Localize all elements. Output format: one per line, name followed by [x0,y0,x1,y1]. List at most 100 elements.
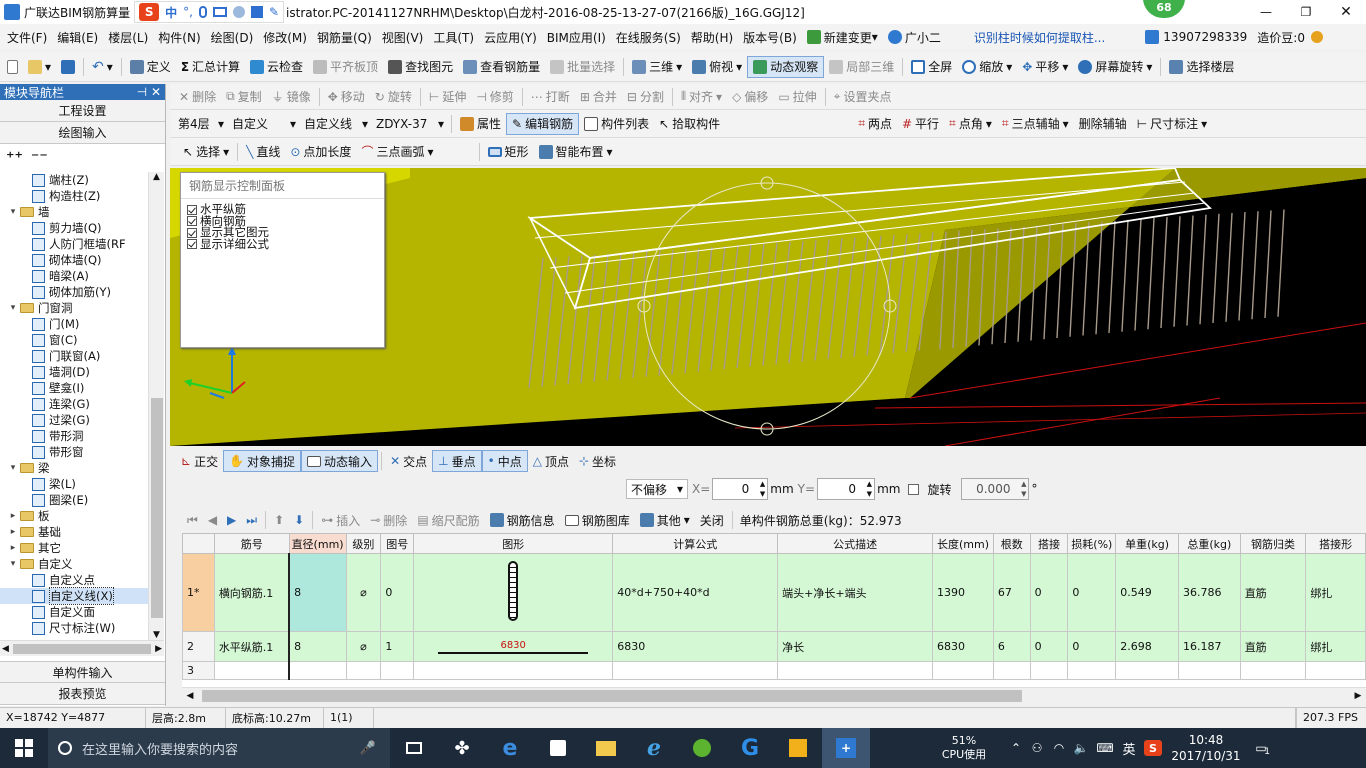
checkbox-detailed-formula[interactable]: 显示详细公式 [187,238,384,251]
move-down-button[interactable]: ⬇ [289,509,309,531]
coordinate-button[interactable]: ⊹ 坐标 [574,450,621,472]
tree-hscroll[interactable]: ◀ ▶ [0,640,164,656]
undo-button[interactable]: ↶ ▾ [87,56,118,78]
dimension-button[interactable]: ⊢ 尺寸标注 ▾ [1132,113,1213,135]
break-button[interactable]: ⋯ 打断 [526,86,575,108]
extend-button[interactable]: ⊢ 延伸 [424,86,471,108]
tree-item[interactable]: 门联窗(A) [0,348,148,364]
task-view-button[interactable] [390,728,438,768]
tree-item[interactable]: 尺寸标注(W) [0,620,148,636]
tree-item[interactable]: ▾ 梁 [0,460,148,476]
table-cell[interactable]: 绑扎 [1305,631,1366,662]
move-button[interactable]: ✥ 移动 [323,86,370,108]
tree-item[interactable]: 圈梁(E) [0,492,148,508]
table-cell[interactable]: ⌀ [345,631,382,662]
app-pinwheel-button[interactable]: ✤ [438,728,486,768]
menu-modify[interactable]: 修改(M) [258,29,312,46]
column-header[interactable]: 单重(kg) [1115,533,1179,554]
guangxiaoer-button[interactable]: 广小二 [883,29,946,46]
midpoint-button[interactable]: • 中点 [481,450,528,472]
tree-item[interactable]: 壁龛(I) [0,380,148,396]
delete-button[interactable]: ✕ 删除 [174,86,221,108]
expand-toggle-icon[interactable]: ▸ [8,543,18,553]
two-point-button[interactable]: ⌗ 两点 [853,113,897,135]
point-length-button[interactable]: ⊙ 点加长度 [285,141,356,163]
table-cell[interactable]: 8 [288,553,347,632]
tray-chevron-icon[interactable]: ⌃ [1006,741,1026,755]
checkbox-horizontal-rebar-box[interactable] [187,204,197,215]
table-cell[interactable] [1115,661,1179,680]
minimize-button[interactable]: — [1246,0,1286,24]
other-button[interactable]: 其他 ▾ [635,509,695,531]
table-cell[interactable]: 8 [288,631,347,662]
browser360-button[interactable] [678,728,726,768]
menu-version[interactable]: 版本号(B) [738,29,802,46]
rotate-screen-button[interactable]: 屏幕旋转 ▾ [1073,56,1157,78]
table-cell[interactable] [932,661,994,680]
last-row-button[interactable]: ⏭ [241,509,262,531]
table-cell[interactable]: 36.786 [1177,553,1241,632]
offset-button[interactable]: ◇ 偏移 [727,86,773,108]
table-cell[interactable] [777,661,934,680]
set-grip-button[interactable]: ⌖ 设置夹点 [829,86,897,108]
expand-all-icon[interactable]: ⁺⁺ [6,148,23,167]
select-floor-button[interactable]: 选择楼层 [1164,56,1239,78]
collapse-all-icon[interactable]: ⁻⁻ [31,148,48,167]
table-cell[interactable]: 横向钢筋.1 [213,553,291,632]
line-button[interactable]: ╲ 直线 [241,141,285,163]
rotate-checkbox[interactable] [908,483,920,495]
project-settings-button[interactable]: 工程设置 [0,100,165,122]
close-button[interactable]: ✕ [1326,0,1366,24]
table-cell[interactable]: 直筋 [1239,553,1307,632]
rebar-library-button[interactable]: 钢筋图库 [560,509,635,531]
hint-link[interactable]: 识别柱时候如何提取柱... [974,29,1105,46]
insert-button[interactable]: ⊶ 插入 [316,509,365,531]
three-point-arc-button[interactable]: ⌒ 三点画弧 ▾ [356,141,438,163]
grid-delete-button[interactable]: ⊸ 删除 [365,509,412,531]
new-change-button[interactable]: 新建变更 ▾ [802,29,883,46]
sogou-tray-icon[interactable]: S [1144,740,1162,756]
table-cell[interactable] [288,661,347,680]
ime-lang[interactable]: 英 [1118,739,1140,758]
menu-help[interactable]: 帮助(H) [686,29,738,46]
tree-item[interactable]: ▸ 其它 [0,540,148,556]
tree-item[interactable]: 梁(L) [0,476,148,492]
align-slab-button[interactable]: 平齐板顶 [308,56,383,78]
column-header[interactable]: 损耗(%) [1067,533,1117,554]
prev-row-button[interactable]: ◀ [203,509,222,531]
table-cell[interactable]: 2.698 [1115,631,1179,662]
move-up-button[interactable]: ⬆ [269,509,289,531]
merge-button[interactable]: ⊞ 合并 [575,86,622,108]
column-header[interactable]: 长度(mm) [932,533,994,554]
tree-item[interactable]: ▾ 门窗洞 [0,300,148,316]
collapse-toggle-icon[interactable]: ▾ [8,559,18,569]
menu-view[interactable]: 视图(V) [377,29,429,46]
table-row[interactable]: 2 水平纵筋.1 8 ⌀ 1 6830 6830 净长 6830 6 0 0 2.698 16.187 直筋… [182,631,1366,662]
table-cell[interactable] [1067,661,1117,680]
start-button[interactable] [0,728,48,768]
table-cell[interactable] [413,661,614,680]
tree-scrollbar[interactable]: ▲ ▼ [148,172,164,640]
table-cell[interactable] [1305,661,1366,680]
stretch-button[interactable]: ▭ 拉伸 [773,86,821,108]
edit-rebar-button[interactable]: ✎ 编辑钢筋 [506,112,580,135]
tree-item[interactable]: 人防门框墙(RF [0,236,148,252]
pick-component-button[interactable]: ↖ 拾取构件 [654,113,725,135]
account[interactable]: 13907298339 [1145,30,1247,44]
view-rebar-button[interactable]: 查看钢筋量 [458,56,545,78]
notification-badge[interactable]: 68 [1143,0,1185,18]
tree-scrollbar-thumb[interactable] [151,398,163,618]
edge-button[interactable]: e [486,728,534,768]
first-row-button[interactable]: ⏮ [182,509,203,531]
type-select[interactable]: 自定义 ▾ [228,114,300,134]
table-cell[interactable]: 6830 [612,631,779,662]
tree-item[interactable]: 连梁(G) [0,396,148,412]
drawing-input-button[interactable]: 绘图输入 [0,122,165,144]
row-number[interactable]: 1* [182,553,215,632]
table-cell[interactable] [213,661,291,680]
glodon-active-button[interactable]: + [822,728,870,768]
row-number[interactable]: 3 [182,661,215,680]
table-cell[interactable] [380,661,415,680]
zoom-button[interactable]: 缩放 ▾ [957,56,1017,78]
rectangle-button[interactable]: 矩形 [483,141,534,163]
